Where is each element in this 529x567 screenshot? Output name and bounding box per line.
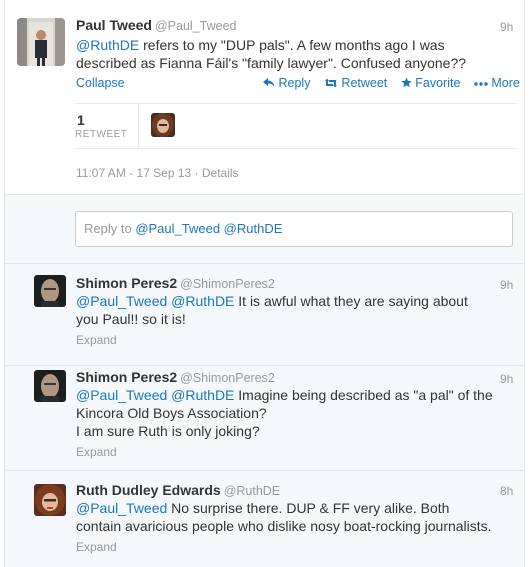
mention-link[interactable]: @RuthDE <box>76 37 139 53</box>
author-handle[interactable]: @ShimonPeres2 <box>180 371 275 385</box>
tweet-actions: Reply Retweet Favorite More <box>263 76 520 90</box>
tweet-details[interactable]: 11:07 AM - 17 Sep 13 · Details <box>76 166 239 180</box>
author-handle[interactable]: @RuthDE <box>224 484 280 498</box>
tweet-text: @Paul_Tweed No surprise there. DUP & FF … <box>76 499 492 535</box>
tweet-text-line1: refers to my "DUP pals". A few months ag… <box>139 37 445 53</box>
tweet-text-line1: No surprise there. DUP & FF very alike. … <box>167 500 450 516</box>
reply-label: Reply <box>278 76 311 90</box>
more-dots-icon <box>474 82 488 86</box>
avatar[interactable] <box>34 484 66 516</box>
collapse-link[interactable]: Collapse <box>76 76 125 90</box>
star-icon <box>401 77 412 88</box>
tweet-header: Shimon Peres2 @ShimonPeres2 <box>76 369 275 385</box>
retweet-button[interactable]: Retweet <box>324 76 391 90</box>
retweet-count-label[interactable]: RETWEET <box>75 129 127 140</box>
tweet-text-line2: described as Fianna Fáil's "family lawye… <box>76 55 467 71</box>
tweet-time[interactable]: 9h <box>500 278 513 292</box>
retweeter-avatar[interactable] <box>151 113 175 137</box>
avatar[interactable] <box>34 275 66 307</box>
tweet-text: @Paul_Tweed @RuthDE It is awful what the… <box>76 292 468 328</box>
favorite-label: Favorite <box>415 76 461 90</box>
tweet-header: Ruth Dudley Edwards @RuthDE <box>76 482 280 498</box>
tweet-time[interactable]: 9h <box>500 372 513 386</box>
tweet-text-line2: you Paul!! so it is! <box>76 311 186 327</box>
tweet-text-line3: I am sure Ruth is only joking? <box>76 423 260 439</box>
retweet-count[interactable]: 1 <box>77 112 85 128</box>
more-button[interactable]: More <box>474 76 520 90</box>
tweet-stats: 1 RETWEET <box>75 103 517 149</box>
reply-tweet[interactable]: Shimon Peres2 @ShimonPeres2 9h @Paul_Twee… <box>5 264 524 366</box>
author-name[interactable]: Shimon Peres2 <box>76 369 177 385</box>
tweet-text-line2: contain avaricious people who dislike no… <box>76 518 492 534</box>
tweet-text-line2: Kincora Old Boys Association? <box>76 405 267 421</box>
reply-prefix: Reply to <box>84 221 136 236</box>
mention-link[interactable]: @Paul_Tweed @RuthDE <box>76 293 234 309</box>
tweet-text-line1: It is awful what they are saying about <box>234 293 468 309</box>
stats-divider <box>138 104 139 149</box>
reply-arrow-icon <box>263 78 275 87</box>
author-name[interactable]: Shimon Peres2 <box>76 275 177 291</box>
tweet-conversation: Paul Tweed @Paul_Tweed 9h @RuthDE refers … <box>4 0 525 567</box>
tweet-time[interactable]: 9h <box>500 20 513 34</box>
author-name[interactable]: Ruth Dudley Edwards <box>76 482 221 498</box>
retweet-label: Retweet <box>341 76 388 90</box>
main-tweet: Paul Tweed @Paul_Tweed 9h @RuthDE refers … <box>5 0 524 195</box>
tweet-text-line1: Imagine being described as "a pal" of th… <box>234 387 493 403</box>
tweet-text: @Paul_Tweed @RuthDE Imagine being descri… <box>76 386 493 440</box>
avatar[interactable] <box>34 370 66 402</box>
tweet-time[interactable]: 8h <box>500 484 513 498</box>
reply-mentions: @Paul_Tweed @RuthDE <box>135 221 283 236</box>
author-name[interactable]: Paul Tweed <box>76 17 152 33</box>
reply-area: Reply to @Paul_Tweed @RuthDE <box>5 195 524 264</box>
tweet-header: Shimon Peres2 @ShimonPeres2 <box>76 275 275 291</box>
reply-tweet[interactable]: Shimon Peres2 @ShimonPeres2 9h @Paul_Twee… <box>5 366 524 471</box>
more-label: More <box>491 76 520 90</box>
avatar[interactable] <box>17 18 65 66</box>
mention-link[interactable]: @Paul_Tweed <box>76 500 167 516</box>
author-handle[interactable]: @Paul_Tweed <box>155 19 237 33</box>
retweet-icon <box>324 78 337 88</box>
tweet-header: Paul Tweed @Paul_Tweed <box>76 17 236 33</box>
reply-input[interactable]: Reply to @Paul_Tweed @RuthDE <box>75 211 513 247</box>
tweet-text: @RuthDE refers to my "DUP pals". A few m… <box>76 36 466 72</box>
expand-link[interactable]: Expand <box>76 540 117 554</box>
author-handle[interactable]: @ShimonPeres2 <box>180 277 275 291</box>
reply-button[interactable]: Reply <box>263 76 314 90</box>
expand-link[interactable]: Expand <box>76 445 117 459</box>
mention-link[interactable]: @Paul_Tweed @RuthDE <box>76 387 234 403</box>
expand-link[interactable]: Expand <box>76 333 117 347</box>
favorite-button[interactable]: Favorite <box>401 76 464 90</box>
reply-tweet[interactable]: Ruth Dudley Edwards @RuthDE 8h @Paul_Twee… <box>5 471 524 567</box>
